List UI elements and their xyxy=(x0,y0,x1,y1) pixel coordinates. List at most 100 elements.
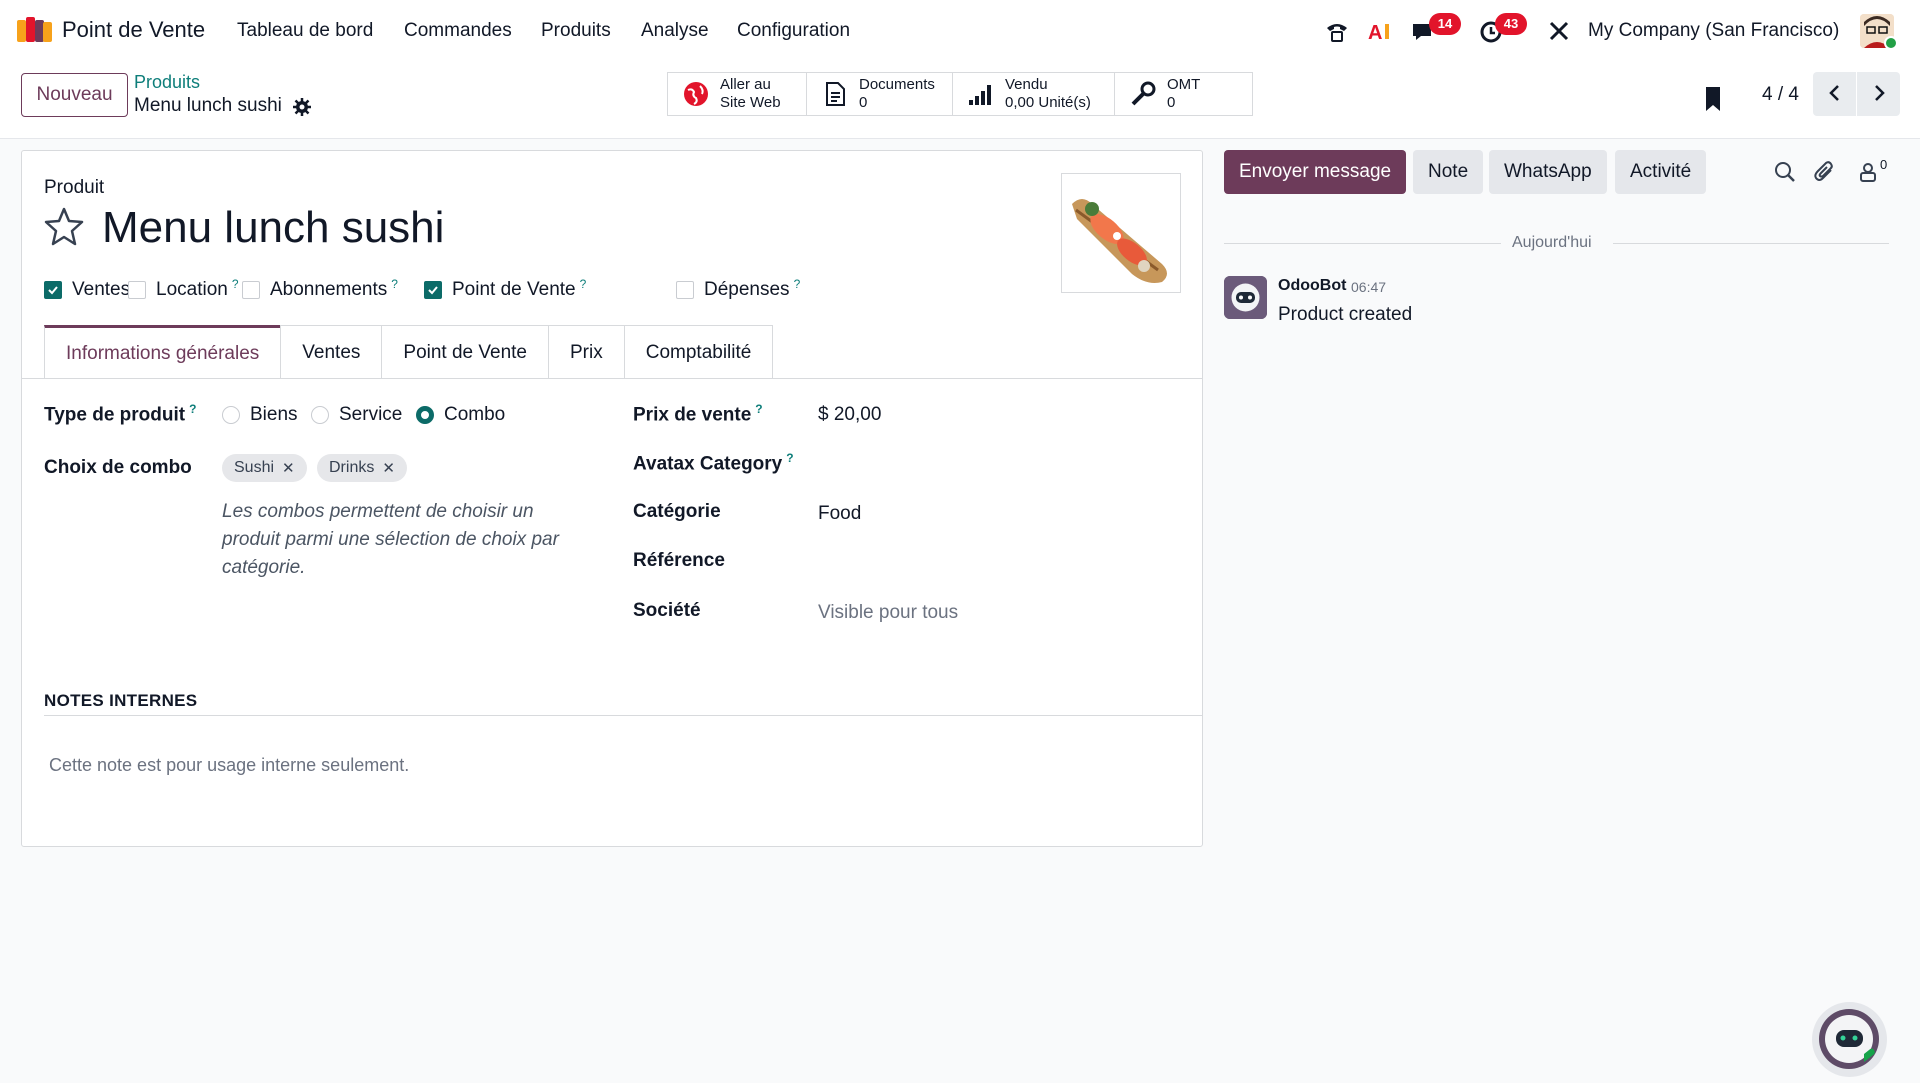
radio-combo[interactable]: Combo xyxy=(416,404,505,426)
tab-price[interactable]: Prix xyxy=(548,325,625,379)
combo-help-text: Les combos permettent de choisir un prod… xyxy=(222,501,559,578)
smart-label: Aller au xyxy=(720,76,771,93)
product-type-label: Type de produit? xyxy=(44,402,197,426)
checkbox-label: Location xyxy=(156,279,228,300)
checkbox-sales[interactable]: Ventes xyxy=(44,279,130,301)
control-panel: Nouveau Produits Menu lunch sushi Aller … xyxy=(0,61,1920,139)
top-navbar: Point de Vente Tableau de bord Commandes… xyxy=(0,0,1920,61)
pager-value[interactable]: 4 / 4 xyxy=(1762,84,1799,106)
close-icon[interactable]: ✕ xyxy=(282,459,295,477)
product-title[interactable]: Menu lunch sushi xyxy=(102,203,444,253)
activity-count-badge: 43 xyxy=(1495,13,1527,35)
message-author[interactable]: OdooBot xyxy=(1278,277,1346,295)
signal-bars-icon xyxy=(969,85,991,105)
send-message-button[interactable]: Envoyer message xyxy=(1224,150,1407,194)
followers-count: 0 xyxy=(1880,157,1888,172)
radio-circle[interactable] xyxy=(222,406,240,424)
product-image[interactable] xyxy=(1061,173,1181,293)
tab-point-of-sale[interactable]: Point de Vente xyxy=(381,325,549,379)
go-to-website-button[interactable]: Aller au Site Web xyxy=(667,72,807,116)
menu-configuration[interactable]: Configuration xyxy=(737,20,850,42)
activity-button[interactable]: Activité xyxy=(1615,150,1707,194)
pager-previous-button[interactable] xyxy=(1813,72,1856,116)
omt-button[interactable]: OMT 0 xyxy=(1114,72,1253,116)
checkbox-rental[interactable]: Location ? xyxy=(128,277,239,301)
ai-icon[interactable]: A xyxy=(1365,16,1395,46)
help-tooltip[interactable]: ? xyxy=(232,277,239,291)
tab-sales[interactable]: Ventes xyxy=(280,325,383,379)
new-button[interactable]: Nouveau xyxy=(21,73,128,117)
app-name[interactable]: Point de Vente xyxy=(62,17,205,43)
check-icon[interactable] xyxy=(424,281,442,299)
date-separator: Aujourd'hui xyxy=(1512,234,1592,251)
company-switcher[interactable]: My Company (San Francisco) xyxy=(1588,20,1839,42)
checkbox-box[interactable] xyxy=(242,281,260,299)
combo-tag-sushi[interactable]: Sushi ✕ xyxy=(222,454,307,482)
tag-label: Drinks xyxy=(329,459,375,476)
form-tabs: Informations générales Ventes Point de V… xyxy=(44,325,774,379)
search-icon[interactable] xyxy=(1773,160,1797,184)
help-tooltip[interactable]: ? xyxy=(580,277,587,291)
close-icon[interactable]: ✕ xyxy=(382,459,395,477)
tab-general-information[interactable]: Informations générales xyxy=(44,325,282,379)
message-time: 06:47 xyxy=(1351,279,1387,295)
paperclip-icon[interactable] xyxy=(1813,160,1837,184)
document-icon xyxy=(826,82,845,106)
radio-circle[interactable] xyxy=(311,406,329,424)
chevron-right-icon xyxy=(1874,84,1885,101)
whatsapp-button[interactable]: WhatsApp xyxy=(1489,150,1607,194)
radio-label: Biens xyxy=(250,404,298,425)
documents-button[interactable]: Documents 0 xyxy=(806,72,953,116)
menu-tableau-de-bord[interactable]: Tableau de bord xyxy=(237,20,373,42)
tab-accounting[interactable]: Comptabilité xyxy=(623,325,774,379)
log-note-button[interactable]: Note xyxy=(1413,150,1484,194)
followers-icon[interactable] xyxy=(1856,160,1880,184)
wrench-icon xyxy=(1131,81,1156,106)
radio-circle[interactable] xyxy=(416,406,434,424)
breadcrumb-current: Menu lunch sushi xyxy=(134,95,282,116)
odoobot-avatar[interactable] xyxy=(1224,276,1267,319)
menu-analyse[interactable]: Analyse xyxy=(641,20,709,42)
bookmark-icon[interactable] xyxy=(1702,85,1724,113)
menu-produits[interactable]: Produits xyxy=(541,20,611,42)
livechat-bot-button[interactable] xyxy=(1812,1002,1887,1077)
menu-commandes[interactable]: Commandes xyxy=(404,20,512,42)
tools-icon[interactable] xyxy=(1544,16,1574,46)
sold-button[interactable]: Vendu 0,00 Unité(s) xyxy=(952,72,1115,116)
checkbox-box[interactable] xyxy=(676,281,694,299)
internal-notes-field[interactable]: Cette note est pour usage interne seulem… xyxy=(49,755,409,776)
star-icon[interactable] xyxy=(44,206,84,246)
smart-value: 0 xyxy=(859,94,868,111)
app-logo-icon[interactable] xyxy=(17,16,52,44)
sale-price-field[interactable]: $ 20,00 xyxy=(818,404,881,426)
category-label: Catégorie xyxy=(633,501,721,522)
breadcrumb-products-link[interactable]: Produits xyxy=(134,72,200,93)
date-divider xyxy=(1224,243,1501,244)
company-field[interactable]: Visible pour tous xyxy=(818,602,958,624)
checkbox-label: Ventes xyxy=(72,279,131,300)
globe-icon xyxy=(684,82,708,106)
sale-price-label: Prix de vente? xyxy=(633,402,763,426)
help-tooltip[interactable]: ? xyxy=(391,277,398,291)
help-tooltip[interactable]: ? xyxy=(794,277,801,291)
checkbox-box[interactable] xyxy=(128,281,146,299)
radio-service[interactable]: Service xyxy=(311,404,402,426)
checkbox-label: Abonnements xyxy=(270,279,388,300)
checkbox-point-of-sale[interactable]: Point de Vente ? xyxy=(424,277,587,301)
reference-label: Référence xyxy=(633,550,725,571)
gear-icon[interactable] xyxy=(292,97,312,117)
checkbox-expenses[interactable]: Dépenses ? xyxy=(676,277,801,301)
smart-value: 0,00 Unité(s) xyxy=(1005,94,1091,111)
sushi-boat-image xyxy=(1072,199,1167,283)
pager-next-button[interactable] xyxy=(1857,72,1900,116)
check-icon[interactable] xyxy=(44,281,62,299)
phone-icon[interactable] xyxy=(1322,16,1352,46)
radio-goods[interactable]: Biens xyxy=(222,404,298,426)
combo-choice-label: Choix de combo xyxy=(44,457,192,478)
checkbox-subscriptions[interactable]: Abonnements ? xyxy=(242,277,398,301)
svg-text:A: A xyxy=(1368,22,1382,44)
combo-tag-drinks[interactable]: Drinks ✕ xyxy=(317,454,407,482)
smart-label: Vendu xyxy=(1005,76,1048,93)
chat-count-badge: 14 xyxy=(1429,13,1461,35)
category-field[interactable]: Food xyxy=(818,503,861,525)
